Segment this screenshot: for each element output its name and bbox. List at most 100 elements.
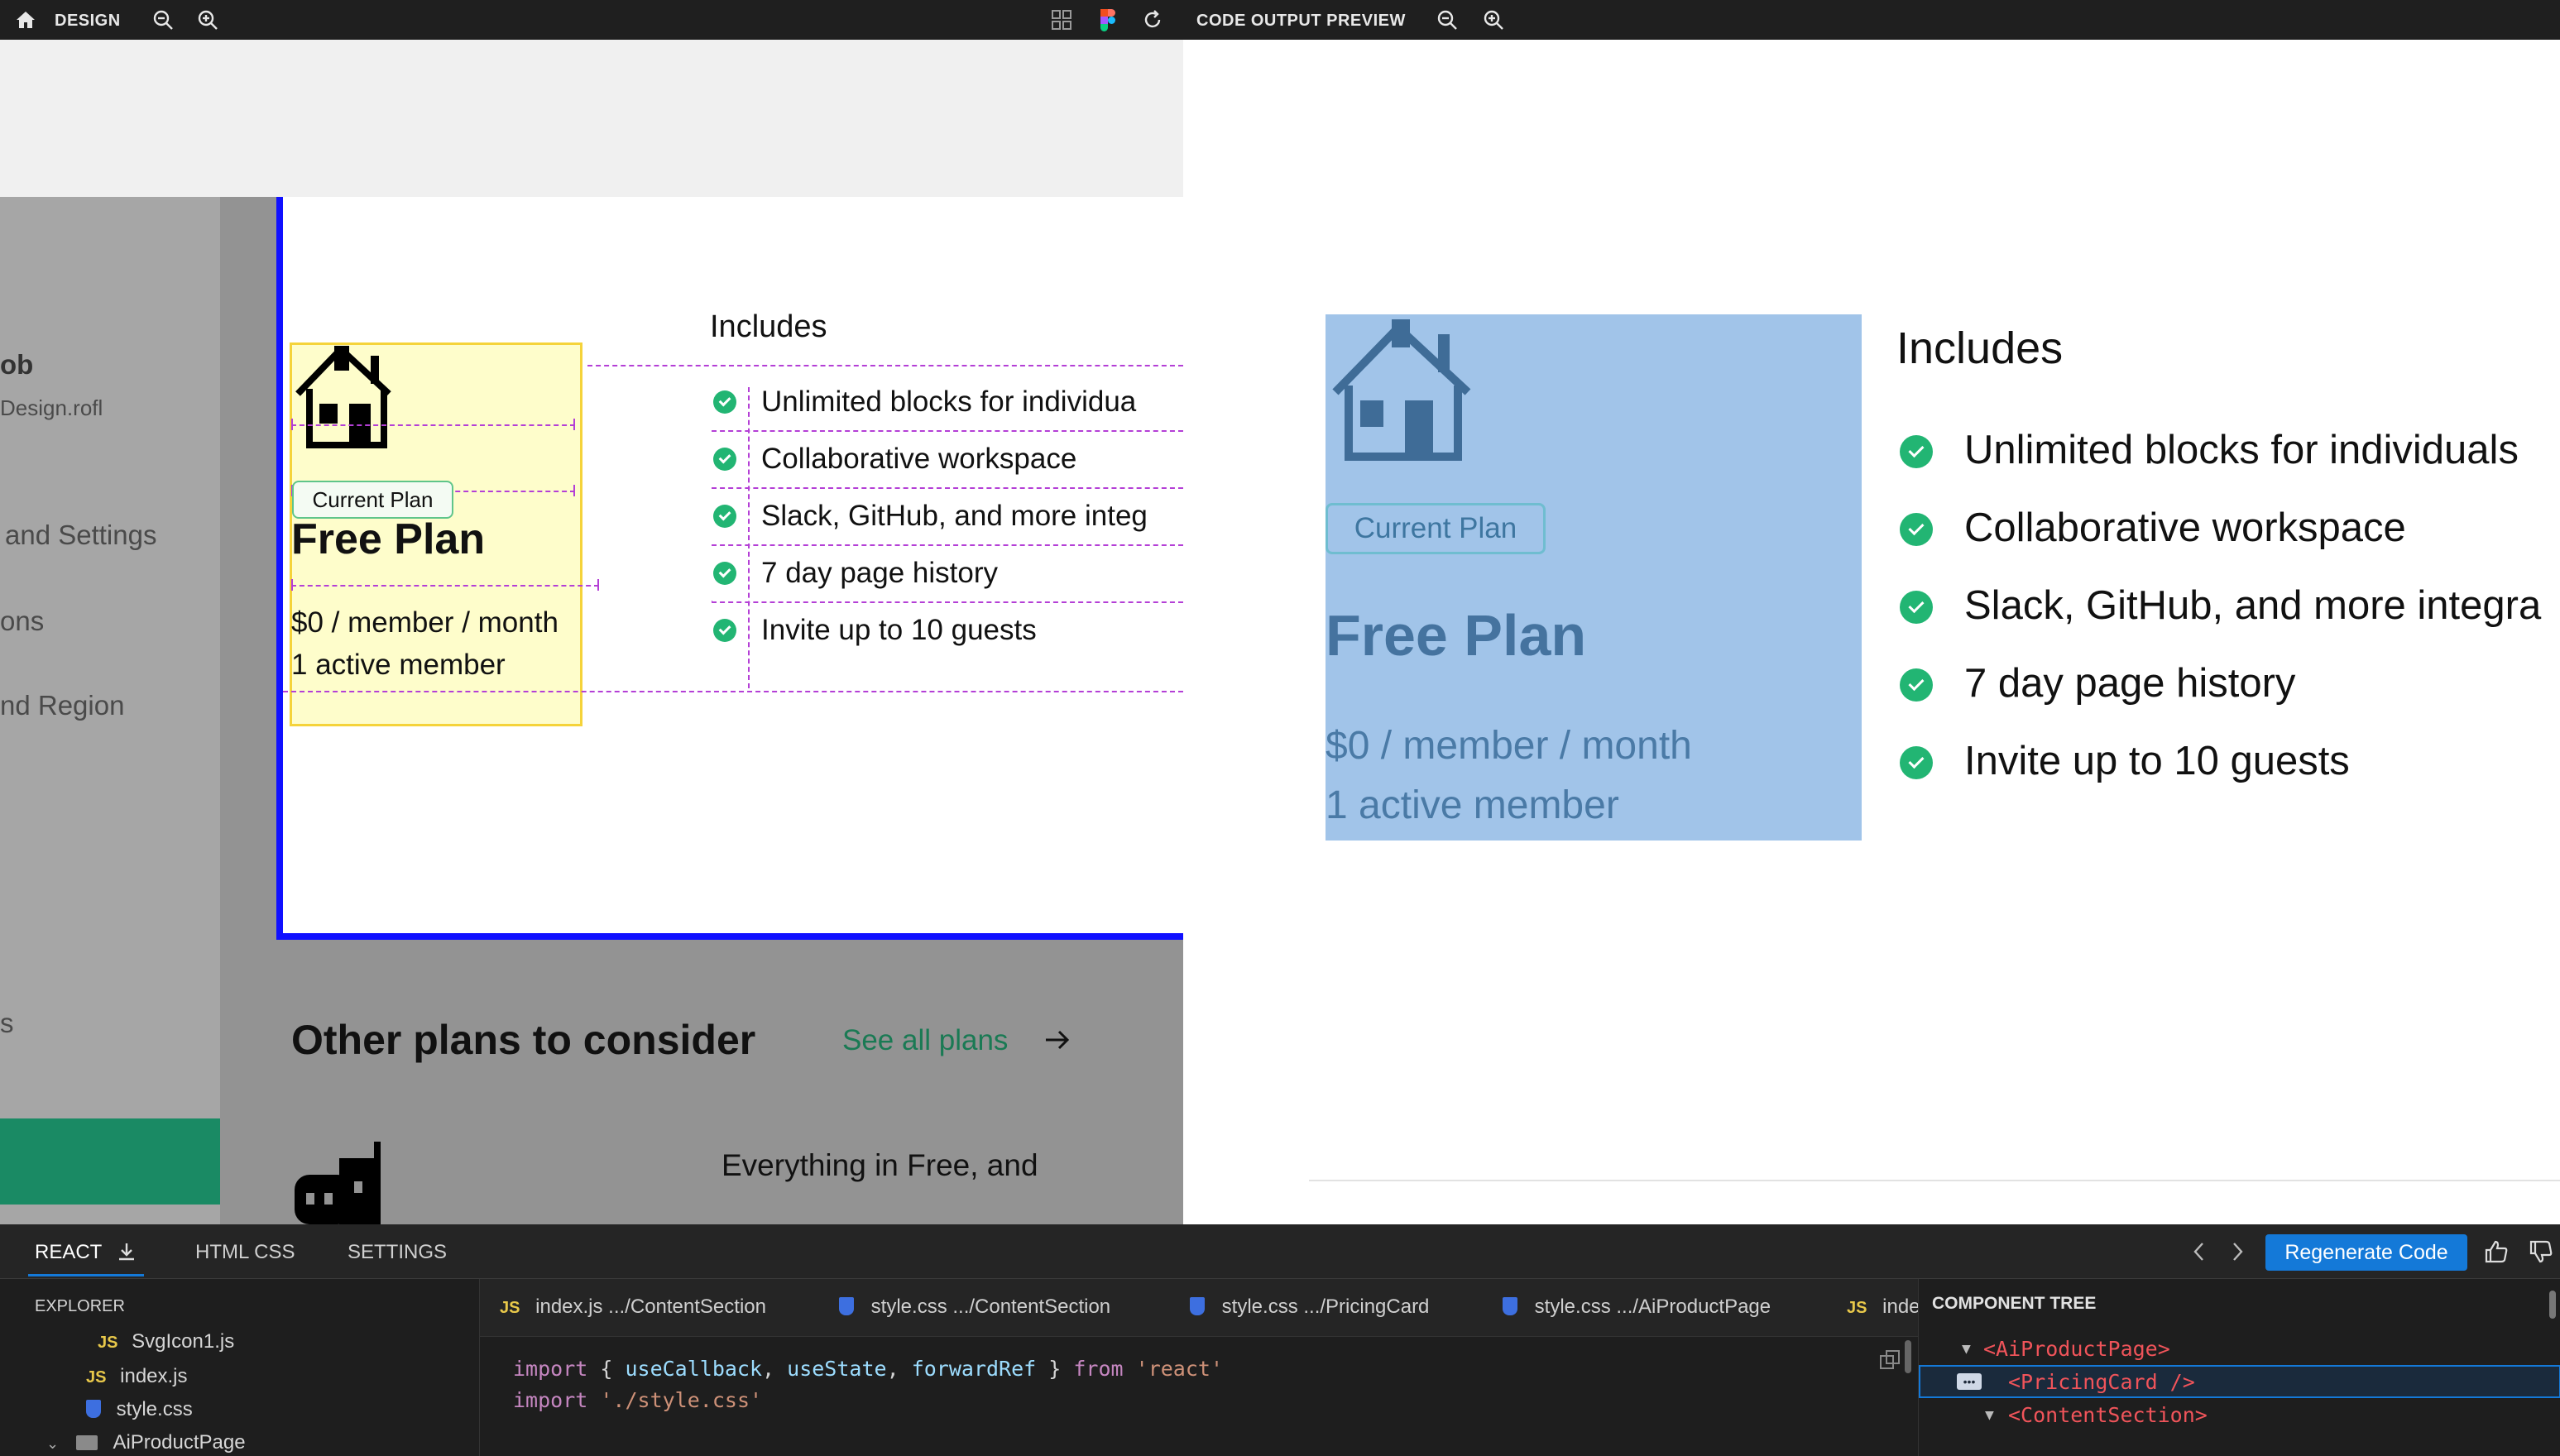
file-tab[interactable]: JS inde [1847, 1296, 1920, 1319]
measure-tick [597, 579, 599, 591]
measure-line [712, 601, 1183, 603]
regenerate-code-button[interactable]: Regenerate Code [2265, 1234, 2467, 1271]
component-tree-title: COMPONENT TREE [1932, 1294, 2097, 1313]
feature-item: Slack, GitHub, and more integra [1964, 583, 2542, 628]
chevron-right-icon[interactable] [2229, 1241, 2246, 1267]
css-file-icon [1503, 1297, 1517, 1315]
tab-settings[interactable]: SETTINGS [348, 1241, 447, 1264]
zoom-in-icon[interactable] [195, 7, 220, 32]
sidebar-item-region[interactable]: nd Region [0, 690, 124, 721]
includes-title: Includes [1896, 323, 2064, 373]
design-sidebar: ob Design.rofl and Settings ons nd Regio… [0, 197, 220, 1224]
scrollbar[interactable] [2549, 1291, 2556, 1319]
file-item[interactable]: JS SvgIcon1.js [98, 1330, 234, 1353]
feature-item: Collaborative workspace [1964, 505, 2406, 550]
measure-line [587, 365, 1183, 366]
tree-node[interactable]: <ContentSection> [2008, 1403, 2208, 1427]
file-explorer: EXPLORER JS SvgIcon1.js JS index.js styl… [0, 1279, 480, 1456]
file-tab[interactable]: style.css .../AiProductPage [1503, 1296, 1771, 1319]
sidebar-green-button[interactable] [0, 1118, 220, 1205]
code-token: { [587, 1357, 626, 1381]
measure-line [712, 487, 1183, 489]
folder-item[interactable]: ⌄ AiProductPage [46, 1431, 246, 1454]
active-tab-indicator [28, 1274, 144, 1276]
check-icon [1900, 513, 1933, 546]
house-icon [1327, 316, 1476, 469]
download-icon[interactable] [116, 1241, 137, 1267]
file-name: style.css [116, 1398, 193, 1420]
file-tab[interactable]: style.css .../PricingCard [1190, 1296, 1429, 1319]
feature-item: Invite up to 10 guests [761, 614, 1037, 646]
tab-html-css[interactable]: HTML CSS [195, 1241, 295, 1264]
tab-react[interactable]: REACT [35, 1241, 102, 1264]
sidebar-item-ons[interactable]: ons [0, 606, 44, 637]
measure-line [748, 387, 750, 688]
grid-icon[interactable] [1049, 7, 1074, 32]
home-icon[interactable] [13, 7, 38, 32]
code-token: , [762, 1357, 788, 1381]
file-tab-label: style.css .../ContentSection [870, 1296, 1111, 1318]
measure-tick [291, 419, 293, 430]
feature-item: 7 day page history [1964, 661, 2296, 706]
code-pane[interactable]: JS index.js .../ContentSection style.css… [480, 1279, 1920, 1456]
file-tab-label: style.css .../PricingCard [1221, 1296, 1430, 1318]
refresh-icon[interactable] [1140, 7, 1165, 32]
thumbs-down-icon[interactable] [2529, 1239, 2553, 1268]
file-tab[interactable]: style.css .../ContentSection [839, 1296, 1110, 1319]
code-token: import [513, 1357, 588, 1381]
component-tree: COMPONENT TREE ▼ <AiProductPage> ••• <Pr… [1918, 1279, 2560, 1456]
code-token: , [886, 1357, 912, 1381]
file-item[interactable]: JS index.js [86, 1365, 188, 1388]
code-line-2: import './style.css' [513, 1388, 762, 1412]
plan-members: 1 active member [291, 649, 506, 681]
zoom-out-icon[interactable] [1435, 7, 1460, 32]
tree-node[interactable]: <PricingCard /> [2008, 1370, 2195, 1394]
thumbs-up-icon[interactable] [2484, 1239, 2509, 1268]
plan-price: $0 / member / month [291, 606, 559, 639]
sidebar-item-settings[interactable]: and Settings [5, 520, 156, 551]
tree-node[interactable]: <AiProductPage> [1983, 1337, 2170, 1361]
zoom-out-icon[interactable] [151, 7, 175, 32]
figma-icon[interactable] [1095, 7, 1120, 32]
code-token: from [1073, 1357, 1124, 1381]
check-icon [1900, 435, 1933, 468]
feature-item: Unlimited blocks for individua [761, 386, 1137, 418]
design-canvas[interactable]: ob Design.rofl and Settings ons nd Regio… [0, 40, 1183, 1224]
file-tabs: JS index.js .../ContentSection style.css… [480, 1279, 1920, 1337]
arrow-right-icon[interactable] [1044, 1027, 1071, 1056]
check-icon [1900, 591, 1933, 624]
current-plan-badge: Current Plan [1326, 503, 1546, 554]
chevron-down-icon[interactable]: ▼ [1985, 1406, 1994, 1424]
file-item[interactable]: style.css [86, 1398, 193, 1421]
folder-icon [75, 1435, 98, 1450]
chevron-down-icon[interactable]: ▼ [1962, 1340, 1971, 1358]
see-all-plans-link[interactable]: See all plans [842, 1024, 1008, 1057]
zoom-in-icon[interactable] [1481, 7, 1506, 32]
copy-icon[interactable] [1878, 1348, 1901, 1376]
code-token: forwardRef [911, 1357, 1037, 1381]
measure-line [712, 430, 1183, 432]
chevron-left-icon[interactable] [2191, 1241, 2208, 1267]
code-token: useState [787, 1357, 887, 1381]
plan-members: 1 active member [1326, 783, 1619, 827]
measure-tick [573, 485, 575, 496]
plan-name: Free Plan [291, 515, 486, 563]
preview-canvas[interactable]: Current Plan Free Plan $0 / member / mon… [1183, 40, 2560, 1224]
preview-panel-title: CODE OUTPUT PREVIEW [1196, 12, 1406, 30]
code-line-1: import { useCallback, useState, forwardR… [513, 1357, 1223, 1381]
css-file-icon [839, 1297, 854, 1315]
css-file-icon [1190, 1297, 1205, 1315]
house-icon [291, 342, 399, 456]
more-icon[interactable]: ••• [1957, 1373, 1982, 1390]
measure-line [291, 424, 575, 426]
feature-item: Slack, GitHub, and more integ [761, 500, 1148, 532]
file-tab-label: style.css .../AiProductPage [1534, 1296, 1771, 1318]
sidebar-item-s[interactable]: s [0, 1008, 14, 1039]
scrollbar[interactable] [1905, 1340, 1911, 1373]
bottom-tabs: REACT HTML CSS SETTINGS Regenerate Code [0, 1224, 2560, 1279]
file-tab[interactable]: JS index.js .../ContentSection [500, 1296, 766, 1319]
check-icon [713, 505, 736, 528]
folder-name: AiProductPage [113, 1431, 246, 1454]
